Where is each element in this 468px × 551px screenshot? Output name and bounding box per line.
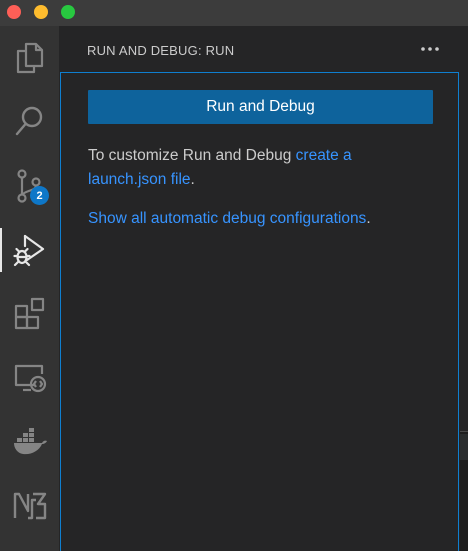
minimize-window-button[interactable] <box>34 5 48 19</box>
sidebar-title: RUN AND DEBUG: RUN <box>87 43 235 58</box>
show-suffix: . <box>366 210 371 227</box>
show-debug-configurations-link[interactable]: Show all automatic debug configurations <box>88 210 366 227</box>
activity-source-control[interactable]: 2 <box>0 160 59 212</box>
source-control-badge: 2 <box>30 186 49 205</box>
sidebar-header: RUN AND DEBUG: RUN <box>59 26 468 74</box>
show-configurations-text: Show all automatic debug configurations. <box>88 207 433 231</box>
more-actions-button[interactable] <box>419 38 441 60</box>
activity-search[interactable] <box>0 96 59 148</box>
activity-n2[interactable] <box>0 480 59 532</box>
maximize-window-button[interactable] <box>61 5 75 19</box>
customize-text: To customize Run and Debug create a laun… <box>88 144 433 192</box>
editor-edge-divider <box>460 431 468 432</box>
customize-prefix: To customize Run and Debug <box>88 147 296 164</box>
ellipsis-icon <box>421 47 439 51</box>
activity-remote-explorer[interactable] <box>0 352 59 404</box>
extensions-icon <box>14 297 44 330</box>
search-icon <box>15 106 42 136</box>
run-view-welcome: Run and Debug To customize Run and Debug… <box>60 72 459 551</box>
activity-docker[interactable] <box>0 416 59 468</box>
window-titlebar <box>0 0 468 26</box>
activity-explorer[interactable] <box>0 32 59 84</box>
run-and-debug-icon <box>12 234 44 267</box>
activity-run-and-debug[interactable] <box>0 224 59 276</box>
n2-icon <box>13 492 46 520</box>
remote-explorer-icon <box>14 364 46 393</box>
close-window-button[interactable] <box>7 5 21 19</box>
customize-suffix: . <box>190 171 195 188</box>
files-icon <box>16 42 43 74</box>
editor-edge-row <box>460 434 468 460</box>
activity-bar: 2 <box>0 26 59 551</box>
docker-icon <box>13 428 47 455</box>
run-and-debug-sidebar: RUN AND DEBUG: RUN Run and Debug To cust… <box>59 26 468 551</box>
activity-extensions[interactable] <box>0 288 59 340</box>
run-and-debug-button[interactable]: Run and Debug <box>88 90 433 124</box>
